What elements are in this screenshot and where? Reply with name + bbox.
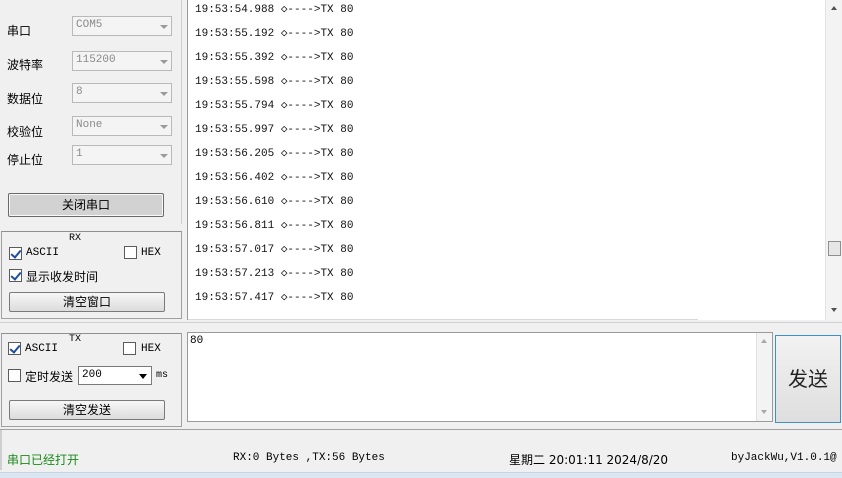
byte-counter-status: RX:0 Bytes ,TX:56 Bytes: [233, 452, 385, 464]
receive-log-line: 19:53:57.017 ◇---->TX 80: [195, 244, 354, 256]
tx-hex-label: HEX: [141, 343, 161, 355]
chevron-down-icon: [160, 125, 168, 129]
arrow-up-icon[interactable]: [761, 339, 767, 343]
receive-log-line: 19:53:56.610 ◇---->TX 80: [195, 196, 354, 208]
window-bottom-edge: [0, 472, 842, 478]
receive-log-line: 19:53:56.811 ◇---->TX 80: [195, 220, 354, 232]
rx-ascii-checkbox[interactable]: [9, 247, 22, 260]
interval-select[interactable]: 200: [78, 366, 152, 385]
send-input[interactable]: 80: [187, 332, 773, 422]
baud-label: 波特率: [7, 58, 44, 72]
receive-bottom-divider: [188, 319, 698, 320]
chevron-down-icon: [139, 374, 147, 379]
rx-hex-checkbox[interactable]: [124, 246, 137, 259]
timer-send-checkbox[interactable]: [8, 369, 21, 382]
tx-ascii-checkbox[interactable]: [8, 342, 21, 355]
stop-bits-label: 停止位: [7, 153, 44, 167]
baud-select[interactable]: 115200: [72, 51, 172, 71]
interval-value: 200: [82, 369, 102, 381]
baud-value: 115200: [76, 54, 116, 66]
arrow-down-icon[interactable]: [761, 410, 767, 414]
datetime-status: 星期二 20:01:11 2024/8/20: [509, 453, 669, 467]
close-port-button[interactable]: 关闭串口: [8, 193, 164, 217]
data-bits-label: 数据位: [7, 92, 44, 106]
port-state-status: 串口已经打开: [7, 453, 80, 467]
data-bits-select[interactable]: 8: [72, 83, 172, 103]
clear-send-button[interactable]: 清空发送: [9, 400, 165, 420]
show-time-label: 显示收发时间: [26, 270, 99, 284]
version-status: byJackWu,V1.0.1@: [731, 452, 837, 464]
receive-log-line: 19:53:55.192 ◇---->TX 80: [195, 28, 354, 40]
tx-ascii-label: ASCII: [25, 343, 59, 355]
chevron-down-icon: [160, 60, 168, 64]
receive-log-line: 19:53:56.402 ◇---->TX 80: [195, 172, 354, 184]
rx-ascii-label: ASCII: [26, 247, 60, 259]
tx-group-title: TX: [69, 334, 82, 345]
status-left-edge: [0, 430, 2, 470]
send-input-text: 80: [190, 335, 204, 347]
parity-select[interactable]: None: [72, 116, 172, 136]
parity-label: 校验位: [7, 125, 44, 139]
status-divider: [0, 429, 842, 430]
chevron-down-icon: [160, 154, 168, 158]
receive-log-line: 19:53:55.392 ◇---->TX 80: [195, 52, 354, 64]
arrow-down-icon[interactable]: [831, 308, 837, 312]
tx-hex-checkbox[interactable]: [123, 342, 136, 355]
receive-scrollbar[interactable]: [825, 0, 842, 320]
receive-log-line: 19:53:55.794 ◇---->TX 80: [195, 100, 354, 112]
show-time-checkbox[interactable]: [9, 269, 22, 282]
chevron-down-icon: [160, 25, 168, 29]
arrow-up-icon[interactable]: [831, 6, 837, 10]
rx-group-title: RX: [69, 233, 82, 244]
parity-value: None: [76, 119, 103, 131]
splitter[interactable]: [0, 322, 842, 331]
receive-area[interactable]: 19:53:54.988 ◇---->TX 80 19:53:55.192 ◇--…: [187, 0, 842, 320]
port-select[interactable]: COM5: [72, 16, 172, 36]
chevron-down-icon: [160, 92, 168, 96]
send-button[interactable]: 发送: [775, 335, 841, 423]
send-scrollbar[interactable]: [756, 333, 772, 421]
clear-window-button[interactable]: 清空窗口: [9, 292, 165, 312]
scrollbar-thumb[interactable]: [828, 241, 841, 256]
data-bits-value: 8: [76, 86, 83, 98]
rx-hex-label: HEX: [141, 247, 161, 259]
port-value: COM5: [76, 19, 103, 31]
receive-log-line: 19:53:56.205 ◇---->TX 80: [195, 148, 354, 160]
timer-send-label: 定时发送: [25, 370, 74, 384]
stop-bits-select[interactable]: 1: [72, 145, 172, 165]
receive-log-line: 19:53:55.598 ◇---->TX 80: [195, 76, 354, 88]
receive-log-line: 19:53:54.988 ◇---->TX 80: [195, 4, 354, 16]
stop-bits-value: 1: [76, 148, 83, 160]
interval-unit: ms: [156, 370, 169, 381]
port-label: 串口: [7, 24, 32, 38]
receive-log-line: 19:53:55.997 ◇---->TX 80: [195, 124, 354, 136]
receive-log-line: 19:53:57.213 ◇---->TX 80: [195, 268, 354, 280]
receive-log-line: 19:53:57.417 ◇---->TX 80: [195, 292, 354, 304]
